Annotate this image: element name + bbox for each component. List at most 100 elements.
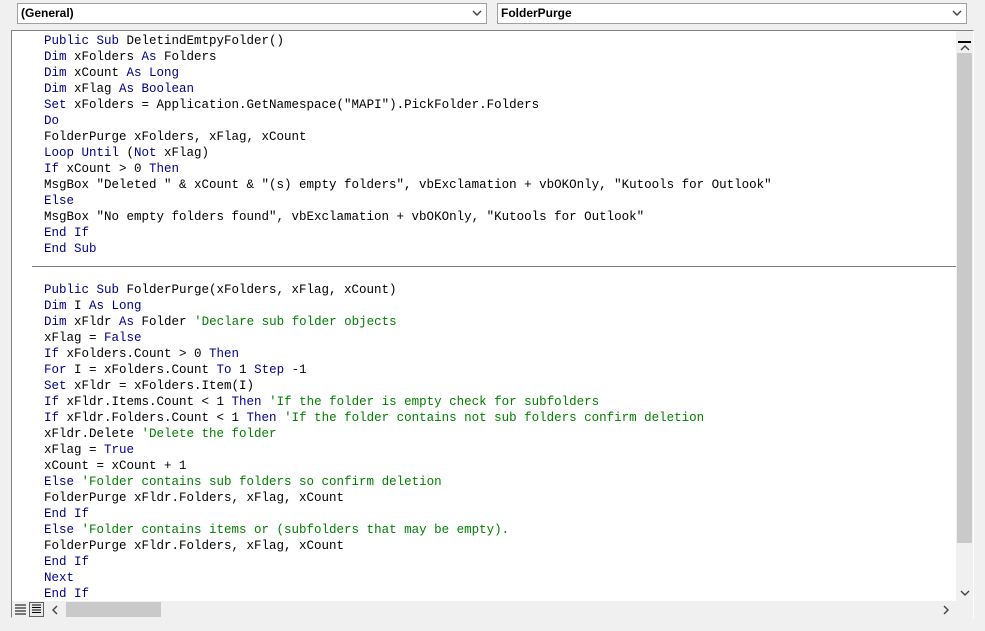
vertical-scrollbar[interactable] — [956, 31, 973, 601]
code-line[interactable]: FolderPurge xFldr.Folders, xFlag, xCount — [44, 490, 344, 506]
code-line[interactable]: End Sub — [44, 241, 97, 257]
code-text: xFldr — [74, 315, 120, 329]
chevron-down-icon[interactable] — [949, 5, 965, 22]
code-line[interactable]: Set xFolders = Application.GetNamespace(… — [44, 97, 539, 113]
code-keyword: To — [216, 363, 240, 377]
code-window[interactable]: Public Sub DeletindEmtpyFolder() Dim xFol… — [32, 31, 956, 601]
code-text: xFldr.Folders.Count < 1 — [66, 411, 247, 425]
code-keyword: Dim — [44, 50, 75, 64]
code-line[interactable]: If xFldr.Folders.Count < 1 Then 'If the … — [44, 410, 704, 426]
code-line[interactable]: Public Sub DeletindEmtpyFolder() — [44, 33, 284, 49]
full-module-view-icon[interactable] — [29, 602, 44, 617]
code-line[interactable]: If xFldr.Items.Count < 1 Then 'If the fo… — [44, 394, 599, 410]
code-text: DeletindEmtpyFolder() — [126, 34, 285, 48]
code-keyword: Set — [44, 98, 75, 112]
code-line[interactable]: Loop Until (Not xFlag) — [44, 145, 209, 161]
code-line[interactable]: Dim xCount As Long — [44, 65, 179, 81]
code-line[interactable]: End If — [44, 225, 89, 241]
margin-indicator-bar[interactable] — [12, 31, 33, 601]
code-line[interactable]: Dim xFldr As Folder 'Declare sub folder … — [44, 314, 397, 330]
procedure-dropdown-value: (General) — [21, 6, 74, 20]
code-line[interactable]: Public Sub FolderPurge(xFolders, xFlag, … — [44, 282, 397, 298]
code-line[interactable]: Dim I As Long — [44, 298, 142, 314]
procedure-separator — [32, 266, 956, 267]
code-text: xFldr = xFolders.Item(I) — [74, 379, 255, 393]
code-line[interactable]: End If — [44, 506, 89, 522]
code-keyword: Loop Until — [44, 146, 127, 160]
code-line[interactable]: xFldr.Delete 'Delete the folder — [44, 426, 277, 442]
code-keyword: If — [44, 162, 67, 176]
code-keyword: Not — [134, 146, 165, 160]
code-keyword: Dim — [44, 66, 75, 80]
code-line[interactable]: End If — [44, 586, 89, 601]
code-line[interactable]: FolderPurge xFldr.Folders, xFlag, xCount — [44, 538, 344, 554]
chevron-down-icon[interactable] — [956, 584, 973, 601]
code-line[interactable]: MsgBox "Deleted " & xCount & "(s) empty … — [44, 177, 772, 193]
chevron-up-icon[interactable] — [956, 43, 973, 53]
code-text: xFlag = — [44, 443, 105, 457]
code-keyword: Dim — [44, 315, 75, 329]
bottom-bar — [12, 601, 973, 618]
code-keyword: Dim — [44, 299, 75, 313]
code-line[interactable]: If xFolders.Count > 0 Then — [44, 346, 239, 362]
object-dropdown[interactable]: FolderPurge — [497, 3, 967, 24]
code-text: FolderPurge xFolders, xFlag, xCount — [44, 130, 307, 144]
horizontal-scrollbar[interactable] — [46, 601, 973, 618]
procedure-view-icon[interactable] — [13, 602, 28, 617]
code-line[interactable]: Else 'Folder contains sub folders so con… — [44, 474, 442, 490]
code-line[interactable]: Else 'Folder contains items or (subfolde… — [44, 522, 509, 538]
code-keyword: Next — [44, 571, 75, 585]
code-keyword: Then — [231, 395, 270, 409]
code-text: xFldr.Items.Count < 1 — [66, 395, 232, 409]
code-text: FolderPurge xFldr.Folders, xFlag, xCount — [44, 539, 345, 553]
code-keyword: As Long — [89, 299, 142, 313]
code-line[interactable]: Set xFldr = xFolders.Item(I) — [44, 378, 254, 394]
code-text: FolderPurge xFldr.Folders, xFlag, xCount — [44, 491, 345, 505]
code-text: FolderPurge(xFolders, xFlag, xCount) — [126, 283, 397, 297]
code-keyword: As — [141, 50, 165, 64]
code-keyword: For — [44, 363, 75, 377]
code-text: xCount > 0 — [66, 162, 150, 176]
code-line[interactable]: Dim xFolders As Folders — [44, 49, 217, 65]
code-line[interactable]: xFlag = True — [44, 442, 134, 458]
code-line[interactable]: MsgBox "No empty folders found", vbExcla… — [44, 209, 644, 225]
code-line[interactable]: End If — [44, 554, 89, 570]
procedure-dropdown[interactable]: (General) — [17, 3, 487, 24]
code-comment: 'Declare sub folder objects — [194, 315, 397, 329]
code-line[interactable]: Next — [44, 570, 74, 586]
vertical-scroll-thumb[interactable] — [957, 53, 972, 543]
code-keyword: Public Sub — [44, 283, 127, 297]
code-comment: 'Folder contains items or (subfolders th… — [81, 523, 510, 537]
code-text: xFolders — [74, 50, 142, 64]
code-line[interactable]: xCount = xCount + 1 — [44, 458, 187, 474]
code-keyword: As Long — [126, 66, 180, 80]
code-text: xCount = xCount + 1 — [44, 459, 187, 473]
code-line[interactable]: For I = xFolders.Count To 1 Step -1 — [44, 362, 307, 378]
code-keyword: Step — [254, 363, 292, 377]
code-text: xFldr.Delete — [44, 427, 142, 441]
chevron-right-icon[interactable] — [937, 601, 954, 618]
code-keyword: If — [44, 347, 67, 361]
code-line[interactable]: Dim xFlag As Boolean — [44, 81, 194, 97]
code-keyword: Else — [44, 194, 75, 208]
code-line[interactable]: Else — [44, 193, 74, 209]
chevron-down-icon[interactable] — [469, 5, 485, 22]
code-line[interactable]: FolderPurge xFolders, xFlag, xCount — [44, 129, 307, 145]
code-keyword: Then — [149, 162, 180, 176]
code-text: xFolders.Count > 0 — [66, 347, 210, 361]
code-keyword: End Sub — [44, 242, 97, 256]
code-keyword: End If — [44, 555, 90, 569]
code-line[interactable]: xFlag = False — [44, 330, 142, 346]
code-text: ( — [126, 146, 135, 160]
code-line[interactable]: If xCount > 0 Then — [44, 161, 179, 177]
code-line[interactable]: Do — [44, 113, 59, 129]
code-keyword: If — [44, 395, 67, 409]
chevron-left-icon[interactable] — [46, 601, 63, 618]
code-editor: Public Sub DeletindEmtpyFolder() Dim xFol… — [11, 30, 974, 618]
code-keyword: Then — [246, 411, 285, 425]
code-keyword: Dim — [44, 82, 75, 96]
code-comment: 'Delete the folder — [141, 427, 277, 441]
code-keyword: As Boolean — [119, 82, 195, 96]
horizontal-scroll-thumb[interactable] — [66, 602, 161, 617]
code-keyword: True — [104, 443, 135, 457]
